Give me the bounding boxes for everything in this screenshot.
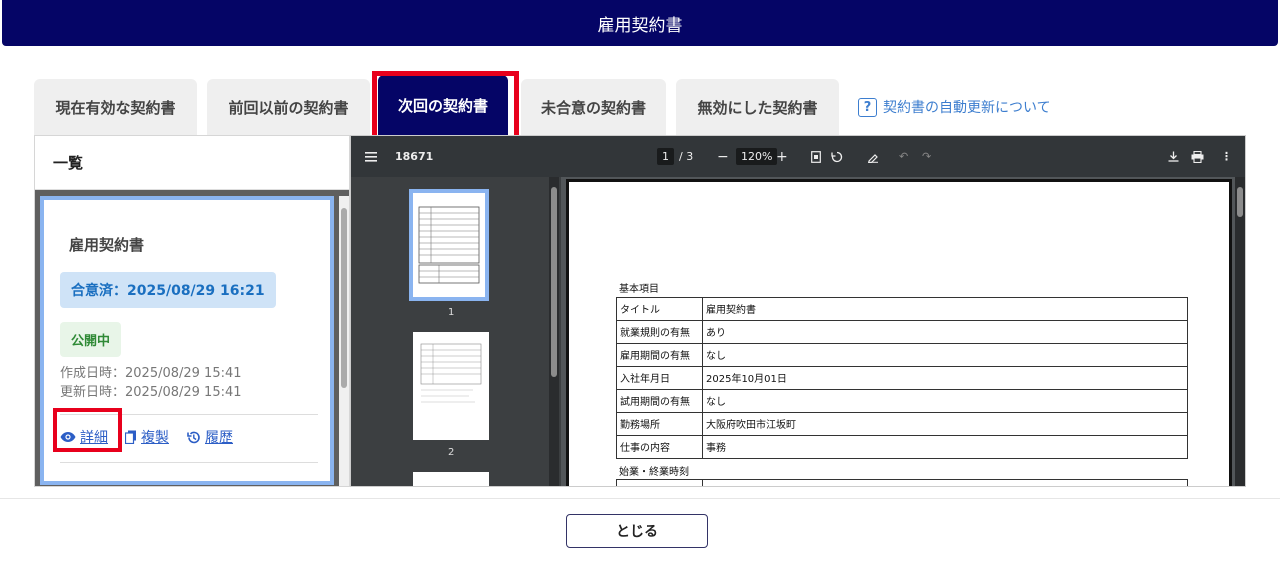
thumbnail-label-1: 1 — [448, 307, 455, 318]
rotate-icon[interactable] — [831, 136, 843, 177]
thumbnail-page-3[interactable] — [413, 472, 489, 486]
card-title: 雇用契約書 — [69, 236, 145, 254]
public-status-badge: 公開中 — [60, 322, 122, 357]
copy-icon — [125, 430, 136, 444]
detail-link[interactable]: 詳細 — [60, 427, 108, 447]
redo-icon[interactable]: ↷ — [922, 136, 931, 177]
question-icon: ? — [858, 97, 877, 117]
eye-icon — [60, 432, 76, 442]
card-actions: 詳細 複製 履歴 — [60, 427, 233, 447]
card-divider-top — [60, 414, 318, 415]
thumbnail-page-1[interactable] — [409, 189, 489, 301]
thumbnail-page-1-content — [418, 206, 480, 284]
document-area: 基本項目 タイトル 雇用契約書 就業規則の有無 あり 雇用期間の有無 なし 入社年月日… — [563, 177, 1245, 486]
list-body: 雇用契約書 合意済：2025/08/29 16:21 公開中 作成日時：2025… — [35, 190, 349, 486]
print-icon[interactable] — [1191, 136, 1204, 177]
more-options-icon[interactable]: ⋮ — [1221, 136, 1232, 177]
close-button[interactable]: とじる — [566, 514, 708, 548]
table-row: 就業規則の有無 あり — [616, 320, 1188, 344]
history-label: 履歴 — [205, 430, 233, 446]
document-page: 基本項目 タイトル 雇用契約書 就業規則の有無 あり 雇用期間の有無 なし 入社年月日… — [566, 179, 1232, 486]
history-link[interactable]: 履歴 — [186, 427, 233, 447]
thumbnail-scrollbar[interactable] — [549, 177, 559, 486]
footer-divider — [0, 498, 1280, 499]
page-number-input[interactable]: 1 — [657, 148, 674, 165]
card-dates: 作成日時：2025/08/29 15:41 更新日時：2025/08/29 15… — [60, 364, 242, 402]
zoom-out-icon[interactable]: − — [717, 136, 729, 177]
pdf-viewer: 18671 1 / 3 − 120% + ↶ ↷ ⋮ 1 2 基本項目 タイトル… — [350, 135, 1246, 487]
table-row: 入社年月日 2025年10月01日 — [616, 366, 1188, 390]
contract-list-panel: 一覧 雇用契約書 合意済：2025/08/29 16:21 公開中 作成日時：2… — [34, 135, 350, 487]
detail-label: 詳細 — [80, 430, 108, 446]
table-row: 仕事の内容 事務 — [616, 435, 1188, 459]
section-basic-title: 基本項目 — [619, 284, 659, 295]
table-row: タイトル 雇用契約書 — [616, 297, 1188, 321]
tab-invalid[interactable]: 無効にした契約書 — [676, 79, 839, 135]
fit-page-icon[interactable] — [811, 136, 821, 177]
thumbnail-page-2[interactable] — [413, 332, 489, 440]
zoom-in-icon[interactable]: + — [776, 136, 788, 177]
copy-link[interactable]: 複製 — [125, 427, 169, 447]
thumbnail-page-2-content — [420, 343, 482, 403]
list-scrollbar[interactable] — [339, 196, 349, 486]
tab-unagreed[interactable]: 未合意の契約書 — [521, 79, 666, 135]
card-divider-bottom — [60, 462, 318, 463]
table-row: 就業形態通常 — [616, 479, 1188, 486]
tab-previous[interactable]: 前回以前の契約書 — [207, 79, 370, 135]
basic-items-table: タイトル 雇用契約書 就業規則の有無 あり 雇用期間の有無 なし 入社年月日 2025年… — [616, 297, 1188, 459]
section-work-hours-title: 始業・終業時刻 — [619, 467, 689, 478]
thumbnail-label-2: 2 — [448, 447, 455, 458]
created-date: 作成日時：2025/08/29 15:41 — [60, 366, 242, 381]
table-row: 勤務場所 大阪府吹田市江坂町 — [616, 412, 1188, 436]
work-hours-table: 就業形態通常 — [616, 479, 1188, 486]
undo-icon[interactable]: ↶ — [899, 136, 908, 177]
menu-icon[interactable] — [365, 136, 377, 177]
thumbnail-sidebar: 1 2 — [351, 177, 561, 486]
contract-card[interactable]: 雇用契約書 合意済：2025/08/29 16:21 公開中 作成日時：2025… — [40, 196, 334, 485]
page-total: / 3 — [679, 150, 694, 163]
tab-next[interactable]: 次回の契約書 — [378, 75, 508, 135]
page-indicator: 1 / 3 — [657, 136, 693, 177]
zoom-field[interactable]: 120% — [736, 136, 778, 177]
annotate-icon[interactable] — [867, 136, 879, 177]
table-row: 試用期間の有無 なし — [616, 389, 1188, 413]
history-icon — [187, 431, 200, 443]
help-link-label: 契約書の自動更新について — [883, 100, 1051, 116]
page-title: 雇用契約書 — [597, 15, 683, 36]
auto-renew-help-link[interactable]: ? 契約書の自動更新について — [858, 97, 1051, 117]
table-row: 雇用期間の有無 なし — [616, 343, 1188, 367]
tab-current[interactable]: 現在有効な契約書 — [34, 79, 197, 135]
copy-label: 複製 — [141, 430, 169, 446]
pdf-doc-name: 18671 — [395, 150, 434, 163]
pdf-toolbar: 18671 1 / 3 − 120% + ↶ ↷ ⋮ — [351, 136, 1245, 177]
document-scrollbar[interactable] — [1235, 177, 1245, 486]
download-icon[interactable] — [1168, 136, 1179, 177]
updated-date: 更新日時：2025/08/29 15:41 — [60, 385, 242, 400]
header-bar: 雇用契約書 — [2, 0, 1278, 46]
agreed-status-badge: 合意済：2025/08/29 16:21 — [60, 272, 276, 308]
list-heading: 一覧 — [35, 136, 349, 190]
